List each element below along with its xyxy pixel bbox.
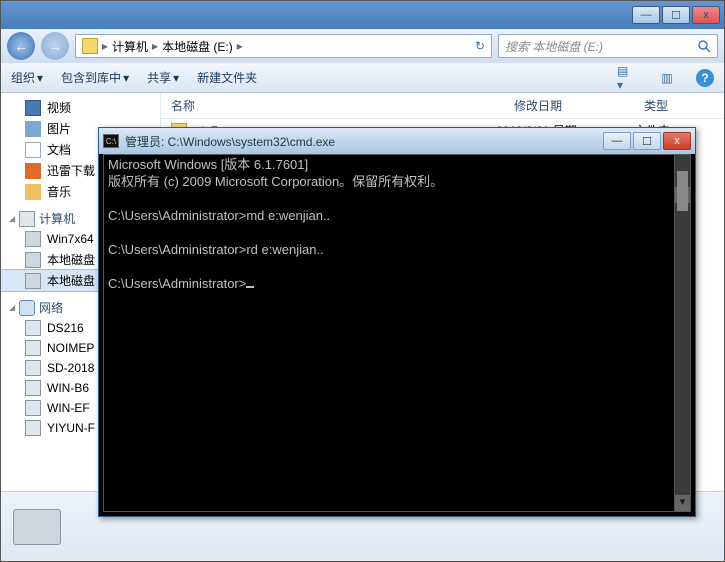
chevron-down-icon: ▾ <box>123 71 129 85</box>
navigation-bar: ← → ▸ 计算机 ▸ 本地磁盘 (E:) ▸ ↻ 搜索 本地磁盘 (E:) <box>1 29 724 63</box>
share-menu[interactable]: 共享 ▾ <box>147 69 179 86</box>
cmd-titlebar[interactable]: C:\ 管理员: C:\Windows\system32\cmd.exe — ☐… <box>99 128 695 154</box>
chevron-right-icon: ▸ <box>237 39 243 53</box>
cmd-maximize-button[interactable]: ☐ <box>633 132 661 150</box>
network-icon <box>19 300 35 316</box>
column-type[interactable]: 类型 <box>644 97 724 114</box>
scroll-down-icon[interactable]: ▼ <box>675 495 690 511</box>
breadcrumb[interactable]: ▸ 计算机 ▸ 本地磁盘 (E:) ▸ ↻ <box>75 34 492 58</box>
cmd-icon: C:\ <box>103 134 119 148</box>
video-icon <box>25 100 41 116</box>
search-placeholder: 搜索 本地磁盘 (E:) <box>505 38 603 55</box>
nav-forward-button[interactable]: → <box>41 32 69 60</box>
chevron-right-icon: ▸ <box>102 39 108 53</box>
picture-icon <box>25 121 41 137</box>
scroll-thumb[interactable] <box>677 171 688 211</box>
chevron-down-icon: ▾ <box>173 71 179 85</box>
computer-icon <box>19 211 35 227</box>
breadcrumb-segment[interactable]: 本地磁盘 (E:) <box>162 38 233 55</box>
search-input[interactable]: 搜索 本地磁盘 (E:) <box>498 34 718 58</box>
search-icon <box>697 39 711 53</box>
refresh-icon[interactable]: ↻ <box>475 39 485 53</box>
cmd-output[interactable]: Microsoft Windows [版本 6.1.7601] 版权所有 (c)… <box>103 154 691 512</box>
drive-icon <box>82 38 98 54</box>
chevron-right-icon: ▸ <box>152 39 158 53</box>
cursor-icon <box>246 286 254 288</box>
breadcrumb-segment[interactable]: 计算机 <box>112 38 148 55</box>
help-icon[interactable]: ? <box>696 69 714 87</box>
nav-back-button[interactable]: ← <box>7 32 35 60</box>
cmd-close-button[interactable]: x <box>663 132 691 150</box>
preview-pane-button[interactable]: ▥ <box>656 68 678 88</box>
column-headers[interactable]: 名称 修改日期 类型 <box>161 93 724 119</box>
maximize-button[interactable]: ☐ <box>662 6 690 24</box>
sidebar-item[interactable]: 视频 <box>1 97 160 118</box>
close-button[interactable]: x <box>692 6 720 24</box>
explorer-titlebar: — ☐ x <box>1 1 724 29</box>
document-icon <box>25 142 41 158</box>
pc-icon <box>25 380 41 396</box>
pc-icon <box>25 400 41 416</box>
pc-icon <box>25 420 41 436</box>
minimize-button[interactable]: — <box>632 6 660 24</box>
new-folder-button[interactable]: 新建文件夹 <box>197 69 257 86</box>
organize-menu[interactable]: 组织 ▾ <box>11 69 43 86</box>
explorer-toolbar: 组织 ▾ 包含到库中 ▾ 共享 ▾ 新建文件夹 ▤ ▾ ▥ ? <box>1 63 724 93</box>
drive-icon <box>25 252 41 268</box>
view-mode-button[interactable]: ▤ ▾ <box>616 68 638 88</box>
download-icon <box>25 163 41 179</box>
music-icon <box>25 184 41 200</box>
chevron-down-icon: ▾ <box>37 71 43 85</box>
cmd-window: C:\ 管理员: C:\Windows\system32\cmd.exe — ☐… <box>98 127 696 517</box>
cmd-scrollbar[interactable]: ▲ ▼ <box>674 155 690 511</box>
include-in-library-menu[interactable]: 包含到库中 ▾ <box>61 69 129 86</box>
drive-icon <box>25 231 41 247</box>
cmd-minimize-button[interactable]: — <box>603 132 631 150</box>
drive-icon <box>25 273 41 289</box>
column-date[interactable]: 修改日期 <box>514 97 644 114</box>
pc-icon <box>25 360 41 376</box>
pc-icon <box>25 320 41 336</box>
cmd-title-text: 管理员: C:\Windows\system32\cmd.exe <box>125 133 603 150</box>
drive-icon <box>13 509 61 545</box>
column-name[interactable]: 名称 <box>171 97 514 114</box>
pc-icon <box>25 340 41 356</box>
